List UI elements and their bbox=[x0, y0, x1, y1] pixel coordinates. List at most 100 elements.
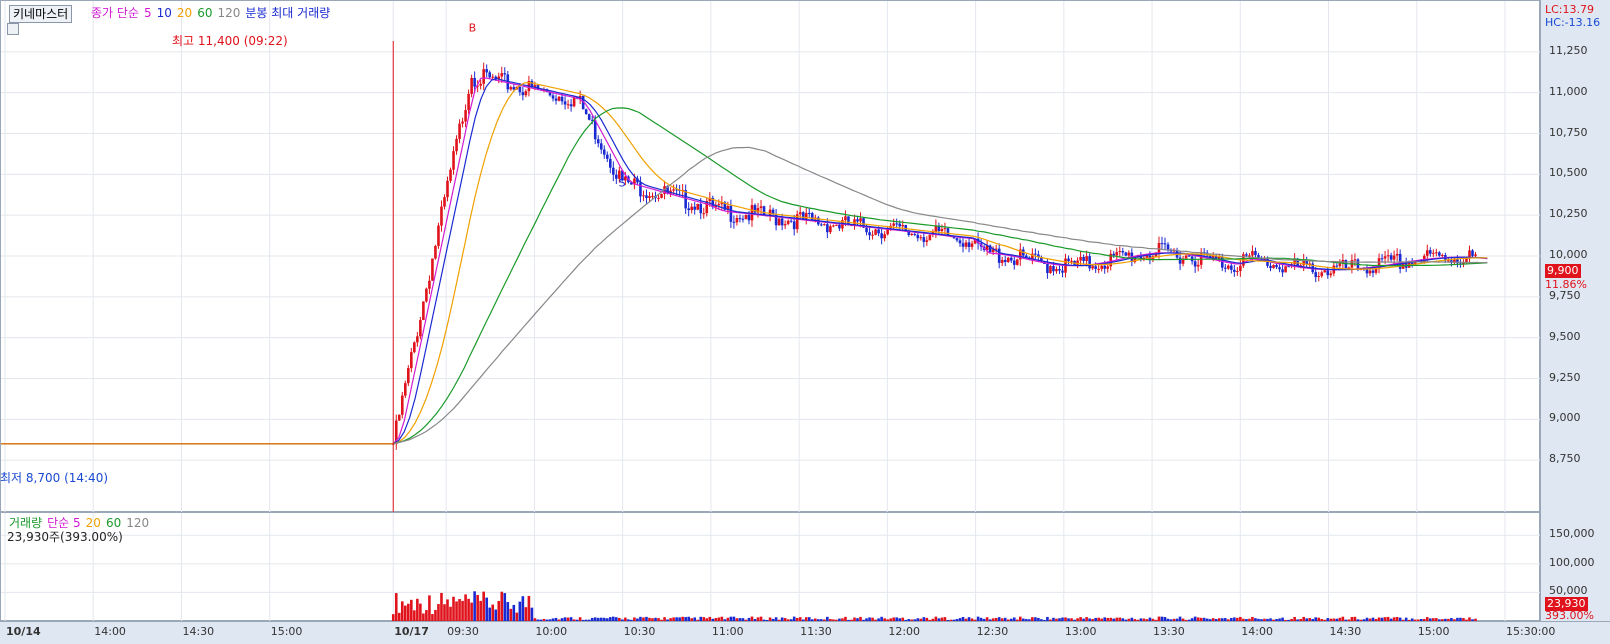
legend-item-1[interactable]: 5 bbox=[144, 6, 152, 20]
candle-body bbox=[657, 197, 660, 199]
candle-body bbox=[413, 342, 416, 353]
candle-body bbox=[1248, 255, 1251, 257]
x-tick-label: 10/14 bbox=[6, 625, 41, 638]
candle-body bbox=[1052, 266, 1055, 272]
candle-body bbox=[823, 224, 826, 226]
candle-body bbox=[871, 234, 874, 236]
candle-body bbox=[524, 91, 528, 96]
candle-body bbox=[1079, 256, 1082, 261]
table-icon[interactable] bbox=[7, 23, 19, 35]
candle-body bbox=[407, 368, 410, 384]
candle-body bbox=[997, 248, 1001, 263]
volume-bar bbox=[458, 599, 461, 621]
volume-bar bbox=[467, 598, 470, 621]
candle-body bbox=[777, 218, 781, 226]
candle-body bbox=[940, 229, 944, 232]
candle-body bbox=[458, 123, 461, 139]
candle-body bbox=[702, 213, 706, 215]
candle-body bbox=[859, 218, 862, 222]
candle-body bbox=[1106, 266, 1110, 269]
candle-body bbox=[518, 86, 522, 93]
candle-body bbox=[1009, 257, 1013, 261]
candle-body bbox=[651, 195, 654, 197]
candle-body bbox=[416, 336, 419, 343]
candle-body bbox=[747, 214, 751, 221]
sell-marker: S bbox=[619, 177, 626, 190]
candle-body bbox=[1103, 265, 1107, 269]
candle-body bbox=[1088, 256, 1091, 269]
volume-current: 23,930주(393.00%) bbox=[7, 530, 123, 544]
volume-bar bbox=[470, 602, 473, 621]
candle-body bbox=[750, 205, 754, 221]
candle-body bbox=[1236, 271, 1239, 273]
candle-body bbox=[928, 234, 932, 241]
price-tag: 9,900 bbox=[1545, 264, 1581, 279]
price-chart[interactable]: BS bbox=[1, 1, 1541, 513]
candle-body bbox=[1389, 255, 1393, 260]
candle-body bbox=[1272, 264, 1275, 269]
volume-legend-item-1[interactable]: 단순 5 bbox=[47, 516, 81, 530]
candle-body bbox=[925, 240, 929, 242]
volume-chart[interactable] bbox=[1, 513, 1541, 622]
x-tick-label: 14:30 bbox=[182, 625, 215, 638]
y-tick-label: 8,750 bbox=[1549, 452, 1581, 466]
candle-body bbox=[1015, 259, 1019, 265]
candle-body bbox=[1034, 253, 1037, 255]
volume-legend-item-2[interactable]: 20 bbox=[86, 516, 101, 530]
volume-bar bbox=[524, 607, 528, 621]
candle-body bbox=[958, 240, 962, 244]
candle-body bbox=[1471, 250, 1474, 256]
candle-body bbox=[500, 73, 504, 77]
legend-max-volume[interactable]: 분봉 최대 거래량 bbox=[245, 6, 330, 20]
volume-bar bbox=[443, 604, 446, 621]
candle-body bbox=[660, 194, 663, 198]
candle-body bbox=[639, 182, 642, 197]
indicator-button[interactable]: 키네마스터 bbox=[9, 5, 73, 23]
legend-item-0[interactable]: 종가 단순 bbox=[91, 6, 139, 20]
candle-body bbox=[1428, 250, 1432, 254]
candle-body bbox=[1003, 259, 1007, 263]
candle-body bbox=[1085, 256, 1088, 261]
volume-legend-item-0[interactable]: 거래량 bbox=[9, 516, 42, 530]
candle-body bbox=[569, 104, 573, 107]
candle-body bbox=[672, 189, 675, 191]
candle-body bbox=[868, 232, 871, 236]
x-tick-label: 10:00 bbox=[535, 625, 568, 638]
volume-bar bbox=[509, 608, 513, 621]
candle-body bbox=[467, 93, 470, 111]
volume-legend-item-4[interactable]: 120 bbox=[126, 516, 149, 530]
candle-body bbox=[1124, 252, 1128, 256]
x-tick-label: 09:30 bbox=[447, 625, 479, 638]
candle-body bbox=[642, 195, 645, 197]
candle-body bbox=[410, 352, 413, 369]
candle-body bbox=[1127, 252, 1131, 256]
candle-body bbox=[1157, 243, 1161, 253]
legend-item-2[interactable]: 10 bbox=[157, 6, 172, 20]
volume-bar bbox=[500, 591, 504, 621]
candle-body bbox=[1284, 266, 1287, 273]
candle-body bbox=[1193, 261, 1197, 267]
legend-item-5[interactable]: 120 bbox=[217, 6, 240, 20]
candle-body bbox=[829, 226, 832, 233]
volume-legend-item-3[interactable]: 60 bbox=[106, 516, 121, 530]
candle-body bbox=[1163, 243, 1167, 245]
volume-panel[interactable]: 거래량 단순 5 20 60 120 23,930주(393.00%) bbox=[0, 512, 1541, 622]
candle-body bbox=[1061, 270, 1064, 273]
candle-body bbox=[509, 87, 513, 90]
x-tick-label: 10:30 bbox=[623, 625, 656, 638]
legend-item-3[interactable]: 20 bbox=[177, 6, 192, 20]
candle-body bbox=[1012, 260, 1016, 265]
candle-body bbox=[943, 228, 947, 230]
candle-body bbox=[835, 224, 838, 226]
volume-bar bbox=[437, 604, 440, 621]
legend-item-4[interactable]: 60 bbox=[197, 6, 212, 20]
price-panel[interactable]: BS 키네마스터 종가 단순 5 10 20 60 120 분봉 최대 거래량 bbox=[0, 0, 1541, 513]
candle-body bbox=[437, 225, 440, 246]
candle-body bbox=[1223, 267, 1227, 269]
volume-bar bbox=[391, 614, 395, 621]
volume-bar bbox=[428, 595, 431, 621]
candle-body bbox=[792, 221, 796, 230]
volume-tick-label: 50,000 bbox=[1549, 584, 1588, 598]
time-axis[interactable]: 10/14 14:00 14:30 15:00 10/17 09:30 10:00 10:30… bbox=[0, 621, 1610, 644]
candle-body bbox=[895, 223, 898, 225]
